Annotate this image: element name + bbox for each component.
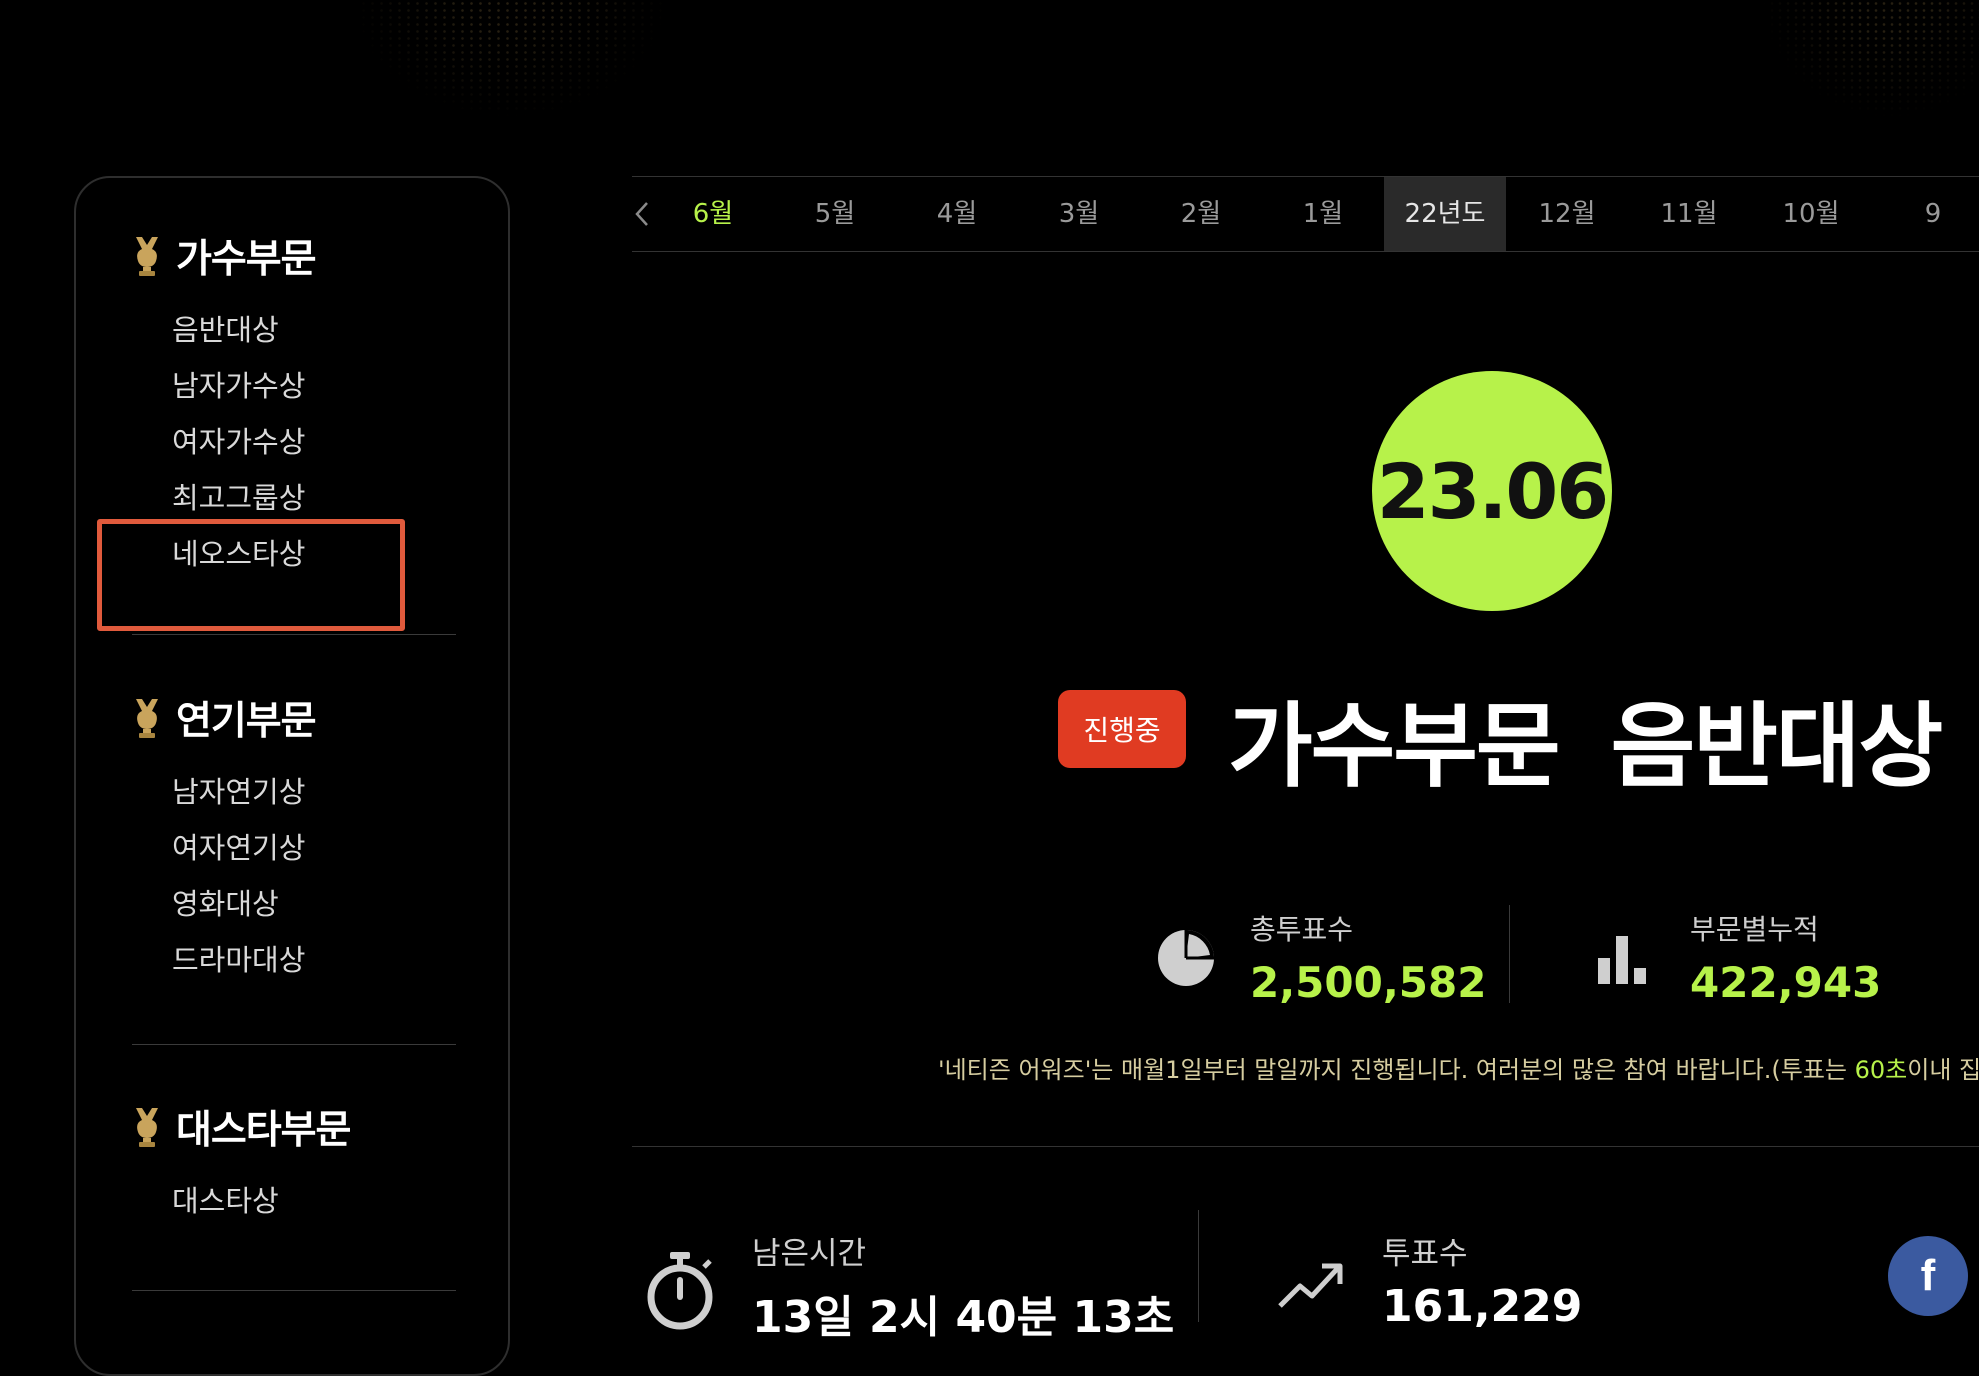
tab-january[interactable]: 1월 [1262, 177, 1384, 251]
stat-value: 2,500,582 [1250, 958, 1487, 1007]
trophy-icon [136, 237, 158, 276]
section-title: 연기부문 [176, 699, 317, 744]
sidebar-item-album-award[interactable]: 음반대상 [172, 302, 456, 358]
section-title: 대스타부문 [176, 1108, 351, 1153]
tab-february[interactable]: 2월 [1140, 177, 1262, 251]
tab-december[interactable]: 12월 [1506, 177, 1628, 251]
notice-text: '네티즌 어워즈'는 매월1일부터 말일까지 진행됩니다. 여러분의 많은 참여… [938, 1056, 1979, 1084]
sidebar-item-male-singer[interactable]: 남자가수상 [172, 358, 456, 414]
bar-chart-icon [1598, 935, 1646, 984]
stat-value: 422,943 [1690, 958, 1882, 1007]
stat-label: 부문별누적 [1690, 913, 1819, 946]
divider [132, 1290, 456, 1291]
tab-march[interactable]: 3월 [1018, 177, 1140, 251]
stat-votes: 투표수 161,229 [1276, 1228, 1582, 1332]
chevron-left-icon [635, 202, 648, 226]
tab-october[interactable]: 10월 [1750, 177, 1872, 251]
trending-up-icon [1278, 1263, 1343, 1308]
status-badge: 진행중 [1058, 690, 1186, 768]
divider [132, 634, 456, 635]
stat-section-votes: 부문별누적 422,943 [1596, 908, 1881, 1007]
stat-value: 13일 2시 40분 13초 [752, 1292, 1175, 1343]
trophy-icon [136, 699, 158, 738]
trophy-icon [136, 1108, 158, 1147]
sidebar-item-male-acting[interactable]: 남자연기상 [172, 764, 456, 820]
tab-september[interactable]: 9 [1872, 177, 1979, 251]
section-title: 가수부문 [176, 237, 317, 282]
stat-label: 남은시간 [752, 1236, 867, 1272]
sidebar-item-best-group[interactable]: 최고그룹상 [172, 470, 456, 526]
tab-april[interactable]: 4월 [896, 177, 1018, 251]
tabs-prev-button[interactable] [632, 177, 652, 251]
divider [132, 1044, 456, 1045]
section-acting: 연기부문 남자연기상 여자연기상 영화대상 드라마대상 [132, 690, 456, 988]
facebook-share-button[interactable]: f [1888, 1236, 1968, 1316]
month-tabs: 6월 5월 4월 3월 2월 1월 22년도 12월 11월 10월 9 [632, 176, 1979, 252]
stat-value: 161,229 [1382, 1281, 1583, 1332]
tab-november[interactable]: 11월 [1628, 177, 1750, 251]
tab-june[interactable]: 6월 [652, 177, 774, 251]
divider [1509, 905, 1510, 1003]
highlight-box [97, 519, 405, 631]
tab-year-22[interactable]: 22년도 [1384, 177, 1506, 251]
category-sidebar: 가수부문 음반대상 남자가수상 여자가수상 최고그룹상 네오스타상 연기부문 남… [74, 176, 510, 1376]
stopwatch-icon [647, 1252, 713, 1330]
pie-chart-icon [1158, 929, 1214, 986]
stat-remaining-time: 남은시간 13일 2시 40분 13초 [642, 1228, 1174, 1345]
sparkle-decoration [350, 0, 670, 120]
stat-label: 투표수 [1382, 1236, 1468, 1272]
sidebar-item-female-acting[interactable]: 여자연기상 [172, 820, 456, 876]
sidebar-item-female-singer[interactable]: 여자가수상 [172, 414, 456, 470]
divider [1198, 1210, 1199, 1322]
divider [632, 1146, 1979, 1147]
award-title: 가수부문 음반대상 [1228, 693, 1943, 800]
section-superstar: 대스타부문 대스타상 [132, 1099, 456, 1229]
sparkle-decoration [1760, 0, 1979, 120]
stat-total-votes: 총투표수 2,500,582 [1156, 908, 1486, 1007]
sidebar-item-movie-award[interactable]: 영화대상 [172, 876, 456, 932]
period-badge: 23.06 [1372, 371, 1612, 611]
sidebar-item-superstar[interactable]: 대스타상 [172, 1173, 456, 1229]
sidebar-item-drama-award[interactable]: 드라마대상 [172, 932, 456, 988]
facebook-icon: f [1920, 1251, 1936, 1300]
tab-may[interactable]: 5월 [774, 177, 896, 251]
stat-label: 총투표수 [1250, 913, 1354, 946]
